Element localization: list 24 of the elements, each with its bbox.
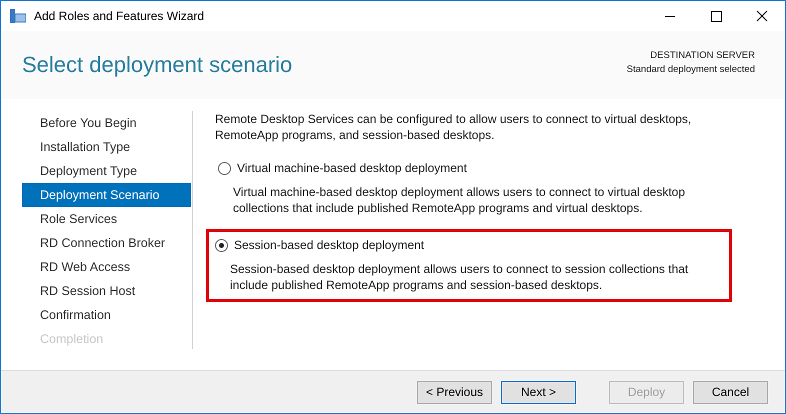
destination-value: Standard deployment selected (626, 64, 755, 74)
wizard-button[interactable]: Cancel (693, 380, 768, 404)
sidebar-item[interactable]: Before You Begin (22, 111, 191, 135)
sidebar-item[interactable]: RD Connection Broker (22, 231, 191, 255)
sidebar-item[interactable]: RD Session Host (22, 279, 191, 303)
option-description: Virtual machine-based desktop deployment allows users to connect to virtual desktop collections that include published RemoteApp programs and virtual desktops. (233, 184, 686, 216)
sidebar-item[interactable]: Deployment Type (22, 159, 191, 183)
sidebar-item[interactable]: Confirmation (22, 303, 191, 327)
option-description: Session-based desktop deployment allows users to connect to session collections that include published RemoteApp programs and session-based desktops. (230, 261, 690, 293)
sidebar-item[interactable]: RD Web Access (22, 255, 191, 279)
window-title: Add Roles and Features Wizard (34, 9, 204, 23)
option-label[interactable]: Virtual machine-based desktop deployment (237, 161, 467, 175)
wizard-button[interactable]: < Previous (417, 380, 492, 404)
server-icon (10, 9, 26, 23)
destination-label: DESTINATION SERVER (650, 50, 755, 60)
page-title: Select deployment scenario (22, 52, 292, 78)
sidebar-item[interactable]: Deployment Scenario (22, 183, 191, 207)
radio-button[interactable] (215, 238, 228, 252)
sidebar-item[interactable]: Role Services (22, 207, 191, 231)
wizard-button[interactable]: Next > (501, 380, 576, 404)
radio-button[interactable] (218, 162, 231, 174)
intro-text: Remote Desktop Services can be configured to allow users to connect to virtual desktops, RemoteApp programs, and session-based desktops. (215, 111, 692, 143)
option-label[interactable]: Session-based desktop deployment (234, 238, 424, 252)
sidebar-item[interactable]: Installation Type (22, 135, 191, 159)
